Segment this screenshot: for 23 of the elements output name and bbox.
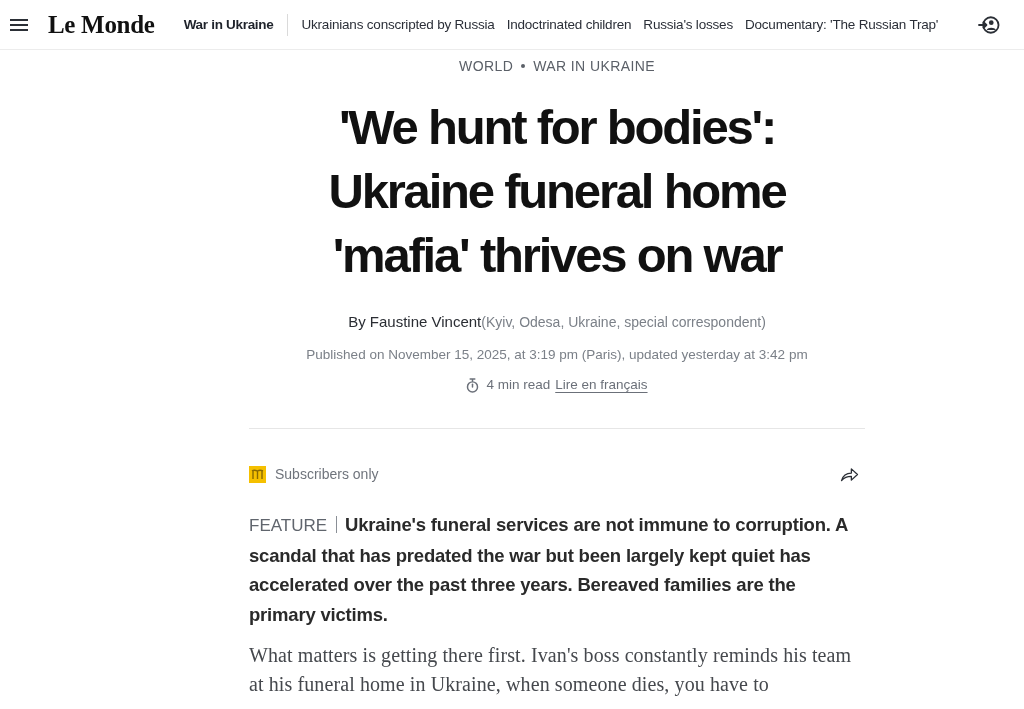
section-link[interactable]: War in Ukraine	[183, 17, 274, 32]
nav-link[interactable]: Russia's losses	[643, 17, 733, 32]
author-name: By Faustine Vincent	[348, 313, 482, 330]
site-logo[interactable]: Le Monde	[48, 10, 155, 39]
stopwatch-icon	[466, 377, 480, 393]
bullet-icon	[521, 64, 526, 68]
lead-paragraph: FEATURE Ukraine's funeral services are not immune to corruption. A scandal that has predated the war but been largely kept quiet has accelerated over the past three years. Bereaved families are the primary victims.	[249, 513, 849, 627]
reading-time: 4 min read	[486, 376, 551, 394]
nav-link[interactable]: Documentary: 'The Russian Trap'	[744, 17, 939, 32]
nav-link[interactable]: Indoctrinated children	[506, 17, 632, 32]
translation-link[interactable]: Lire en français	[555, 375, 648, 395]
nav-link[interactable]: Ukrainians conscripted by Russia	[301, 17, 495, 32]
author-location: (Kyiv, Odesa, Ukraine, special correspondent)	[481, 314, 766, 330]
breadcrumb-link[interactable]: WAR IN UKRAINE	[533, 58, 655, 74]
article-headline: 'We hunt for bodies': Ukraine funeral home 'mafia' thrives on war	[327, 99, 787, 284]
share-icon[interactable]	[840, 466, 859, 482]
menu-icon[interactable]	[10, 18, 28, 31]
breadcrumb-link[interactable]: WORLD	[459, 58, 514, 74]
subscriber-badge-icon	[249, 465, 266, 483]
publish-date: Published on November 15, 2025, at 3:19 pm (Paris), updated yesterday at 3:42 pm	[305, 346, 809, 364]
login-icon[interactable]	[978, 14, 1000, 35]
access-label: Subscribers only	[275, 466, 379, 482]
body-paragraph: What matters is getting there first. Ivan's boss constantly reminds his team at his funeral home in Ukraine, when someone dies, you have to	[249, 643, 853, 698]
